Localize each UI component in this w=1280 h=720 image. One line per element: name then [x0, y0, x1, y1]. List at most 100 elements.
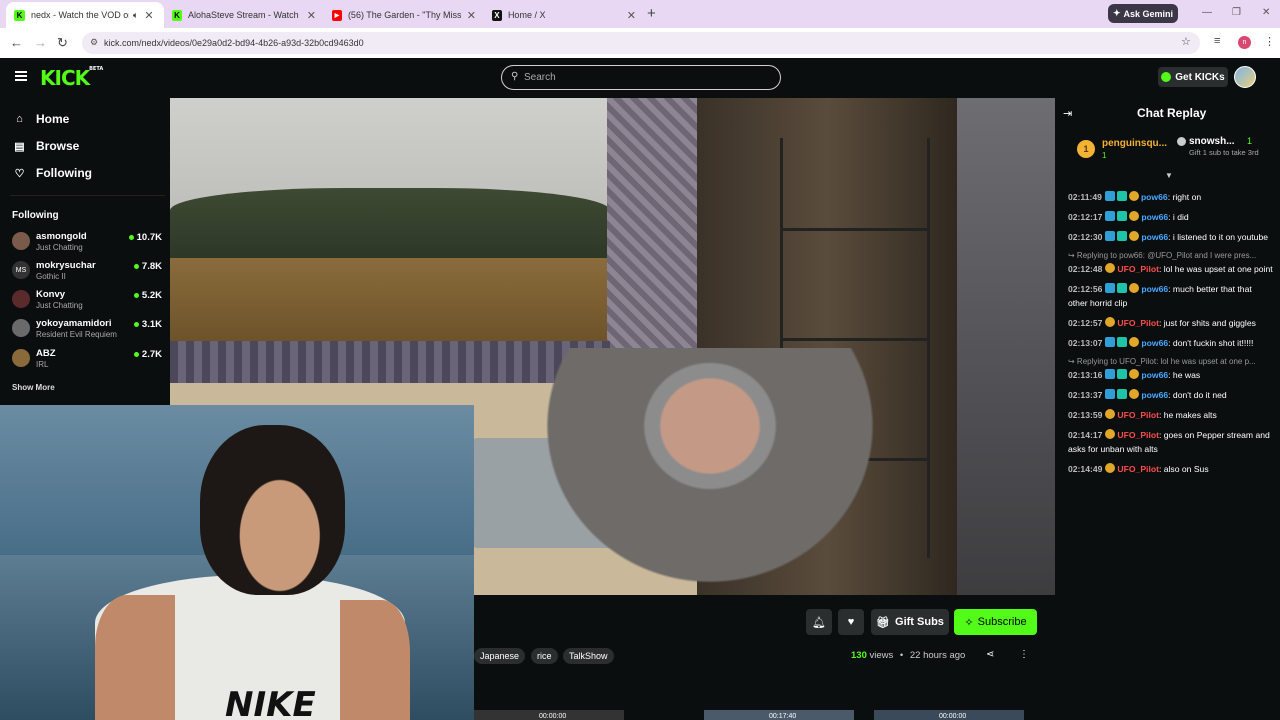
chat-message[interactable]: 02:13:37 pow66: don't do it ned [1068, 388, 1273, 402]
follow-heart-button[interactable]: ♥ [838, 609, 864, 635]
avatar [12, 232, 30, 250]
close-window-icon[interactable]: ✕ [1262, 7, 1270, 18]
chat-message[interactable]: 02:12:30 pow66: i listened to it on youtu… [1068, 230, 1273, 244]
user-avatar[interactable] [1234, 66, 1256, 88]
user-badge-icon [1117, 211, 1128, 221]
live-dot-icon [133, 264, 139, 269]
message-username[interactable]: UFO_Pilot [1117, 464, 1159, 474]
chat-message[interactable]: 02:13:59 UFO_Pilot: he makes alts [1068, 408, 1273, 422]
chat-message[interactable]: 02:12:57 UFO_Pilot: just for shits and gi… [1068, 316, 1273, 330]
followed-channel[interactable]: asmongold Just Chatting 10.7K [12, 229, 162, 255]
video-thumbnail[interactable]: 00:00:00 [874, 710, 1024, 720]
message-timestamp: 02:14:17 [1068, 430, 1103, 440]
message-username[interactable]: pow66 [1141, 192, 1168, 202]
rank-badge-icon [1177, 137, 1186, 146]
more-options-icon[interactable]: ⋮ [1019, 649, 1029, 660]
message-username[interactable]: UFO_Pilot [1117, 264, 1159, 274]
channel-name: mokrysuchar [36, 260, 96, 271]
get-kicks-button[interactable]: Get KICKs [1158, 67, 1228, 87]
live-dot-icon [133, 293, 139, 298]
tab-x[interactable]: X Home / X ✕ [484, 4, 644, 26]
followed-channel[interactable]: MS mokrysuchar Gothic II 7.8K [12, 258, 162, 284]
followed-channel[interactable]: Konvy Just Chatting 5.2K [12, 287, 162, 313]
sidebar-item-browse[interactable]: ▤ Browse [13, 139, 79, 153]
avatar: MS [12, 261, 30, 279]
reload-icon[interactable]: ↻ [57, 35, 68, 51]
video-thumbnail[interactable]: 00:17:40 [704, 710, 854, 720]
menu-icon[interactable] [15, 71, 27, 81]
bookmark-star-icon[interactable]: ☆ [1181, 35, 1191, 48]
followed-channel[interactable]: ABZ IRL 2.7K [12, 346, 162, 372]
tab-title: AlohaSteve Stream - Watch Live [187, 10, 301, 20]
chat-message[interactable]: 02:11:49 pow66: right on [1068, 190, 1273, 204]
tag-talkshow[interactable]: TalkShow [563, 648, 614, 664]
chat-message[interactable]: 02:12:17 pow66: i did [1068, 210, 1273, 224]
top-gifter-first[interactable]: 1 penguinsqu... 1 [1077, 136, 1177, 164]
message-text: : also on Sus [1158, 464, 1209, 474]
video-thumbnail[interactable]: 00:00:00 [474, 710, 624, 720]
message-text: : don't do it ned [1168, 390, 1227, 400]
kick-logo[interactable]: KICKBETA [40, 66, 103, 90]
maximize-icon[interactable]: ❐ [1232, 7, 1241, 18]
chat-message[interactable]: 02:14:17 UFO_Pilot: goes on Pepper stream… [1068, 428, 1273, 456]
profile-avatar[interactable]: n [1238, 36, 1251, 49]
sidebar-item-home[interactable]: ⌂ Home [13, 112, 69, 126]
followed-channel[interactable]: yokoyamamidori Resident Evil Requiem 3.1… [12, 316, 162, 342]
message-username[interactable]: pow66 [1141, 370, 1168, 380]
close-tab-icon[interactable]: ✕ [307, 9, 316, 22]
tab-nedx[interactable]: K nedx - Watch the VOD on K 🔈︎ ✕ [6, 2, 164, 28]
chat-message[interactable]: 02:14:49 UFO_Pilot: also on Sus [1068, 462, 1273, 476]
message-username[interactable]: UFO_Pilot [1117, 318, 1159, 328]
close-tab-icon[interactable]: ✕ [467, 9, 476, 22]
user-badge-icon [1117, 283, 1128, 293]
message-username[interactable]: pow66 [1141, 232, 1168, 242]
forward-icon[interactable]: → [34, 35, 47, 50]
close-tab-icon[interactable]: ✕ [144, 9, 153, 22]
site-info-icon[interactable]: ⚙ [90, 37, 98, 48]
tab-alohasteve[interactable]: K AlohaSteve Stream - Watch Live ✕ [164, 4, 324, 26]
minimize-icon[interactable]: — [1202, 7, 1212, 18]
message-username[interactable]: pow66 [1141, 212, 1168, 222]
collapse-chat-icon[interactable]: ⇥ [1063, 107, 1072, 120]
chat-message[interactable]: 02:13:16 pow66: he was [1068, 368, 1273, 382]
related-videos-strip: 00:00:00 00:17:40 00:00:00 [474, 708, 1055, 720]
message-username[interactable]: pow66 [1141, 390, 1168, 400]
gift-subs-button[interactable]: 🎁︎ Gift Subs [871, 609, 949, 635]
message-username[interactable]: pow66 [1141, 338, 1168, 348]
speaker-icon[interactable]: 🔈︎ [133, 10, 138, 21]
address-bar-row: ← → ↻ ⚙ kick.com/nedx/videos/0e29a0d2-bd… [0, 28, 1280, 58]
channel-name: ABZ [36, 348, 56, 359]
share-icon[interactable]: ⋖ [986, 649, 994, 660]
media-controls-icon[interactable]: ≡ [1214, 35, 1220, 47]
subscribe-button[interactable]: ✧ Subscribe [954, 609, 1037, 635]
message-username[interactable]: pow66 [1141, 284, 1168, 294]
message-username[interactable]: UFO_Pilot [1117, 410, 1159, 420]
channel-name: Konvy [36, 289, 66, 300]
get-kicks-label: Get KICKs [1175, 71, 1225, 83]
close-tab-icon[interactable]: ✕ [627, 9, 636, 22]
tab-title: (56) The Garden - "Thy Mission [347, 10, 461, 20]
notification-bell-button[interactable]: 🔔︎ [806, 609, 832, 635]
message-timestamp: 02:12:17 [1068, 212, 1103, 222]
tag-rice[interactable]: rice [531, 648, 558, 664]
user-badge-icon [1117, 337, 1128, 347]
ask-gemini-button[interactable]: ✦ Ask Gemini [1108, 4, 1178, 23]
back-icon[interactable]: ← [10, 35, 23, 50]
browser-menu-icon[interactable]: ⋮ [1264, 35, 1275, 48]
url-field[interactable]: ⚙ kick.com/nedx/videos/0e29a0d2-bd94-4b2… [82, 32, 1200, 54]
search-placeholder: Search [524, 72, 556, 83]
show-more-link[interactable]: Show More [12, 383, 55, 392]
message-username[interactable]: UFO_Pilot [1117, 430, 1159, 440]
viewer-count: 5.2K [133, 290, 162, 301]
tab-youtube[interactable]: ▶ (56) The Garden - "Thy Mission ✕ [324, 4, 484, 26]
chat-message[interactable]: 02:13:07 pow66: don't fuckin shot it!!!!! [1068, 336, 1273, 350]
new-tab-icon[interactable]: + [647, 5, 656, 22]
chat-message[interactable]: 02:12:48 UFO_Pilot: lol he was upset at o… [1068, 262, 1273, 276]
top-gifter-second[interactable]: snowsh... 1 Gift 1 sub to take 3rd [1177, 136, 1277, 166]
tag-japanese[interactable]: Japanese [474, 648, 526, 664]
message-text: : lol he was upset at one point [1158, 264, 1273, 274]
sidebar-item-following[interactable]: ♡ Following [13, 166, 92, 180]
expand-leaderboard-icon[interactable]: ▼ [1165, 171, 1173, 180]
chat-message[interactable]: 02:12:56 pow66: much better that that oth… [1068, 282, 1273, 310]
search-input[interactable]: ⚲ Search [501, 65, 781, 90]
